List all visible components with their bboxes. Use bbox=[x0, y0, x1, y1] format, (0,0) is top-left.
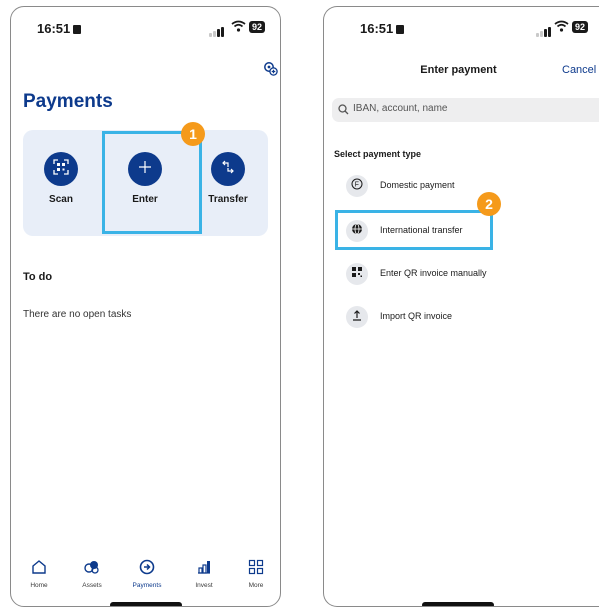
tab-more[interactable]: More bbox=[231, 559, 280, 589]
status-time: 16:51 bbox=[37, 21, 82, 36]
battery-indicator: 92 bbox=[572, 21, 589, 33]
todo-title: To do bbox=[23, 271, 53, 283]
qr-scan-icon bbox=[53, 158, 69, 180]
status-time: 16:51 bbox=[360, 21, 405, 36]
invest-icon bbox=[196, 559, 212, 580]
scan-button[interactable]: Scan bbox=[31, 152, 91, 205]
qr-code-icon bbox=[351, 265, 363, 283]
battery-indicator: 92 bbox=[249, 21, 266, 33]
svg-text:F: F bbox=[355, 182, 359, 189]
wifi-icon bbox=[231, 20, 246, 35]
grid-icon bbox=[248, 559, 264, 580]
tab-bar: Home Assets Payments Invest More bbox=[11, 559, 280, 595]
phone-enter-payment-screen: 16:51 92 Enter payment Cancel IBAN, acco… bbox=[323, 6, 599, 607]
franc-icon: F bbox=[351, 177, 363, 195]
cancel-button[interactable]: Cancel bbox=[562, 64, 596, 76]
step-1-badge: 1 bbox=[181, 122, 205, 146]
tab-payments[interactable]: Payments bbox=[122, 559, 172, 589]
phone-payments-screen: 16:51 92 Payments Scan Enter Transfer 1 … bbox=[10, 6, 281, 607]
payments-icon bbox=[139, 559, 155, 580]
payment-type-title: Select payment type bbox=[334, 149, 422, 159]
tab-assets[interactable]: Assets bbox=[67, 559, 117, 589]
home-icon bbox=[31, 559, 47, 580]
assets-icon bbox=[83, 559, 101, 580]
search-placeholder: IBAN, account, name bbox=[353, 103, 448, 114]
transfer-arrows-icon bbox=[220, 159, 236, 180]
status-bar: 16:51 92 bbox=[11, 19, 280, 37]
home-indicator bbox=[422, 602, 494, 606]
wifi-icon bbox=[554, 20, 569, 35]
todo-empty-text: There are no open tasks bbox=[23, 309, 132, 320]
signal-icon bbox=[536, 22, 552, 37]
home-indicator bbox=[109, 602, 182, 606]
enter-highlight-box bbox=[102, 131, 202, 234]
payment-settings-icon[interactable] bbox=[263, 61, 278, 81]
transfer-button[interactable]: Transfer bbox=[198, 152, 258, 205]
page-title: Payments bbox=[23, 91, 113, 112]
upload-icon bbox=[351, 308, 363, 326]
signal-icon bbox=[209, 22, 225, 37]
international-highlight-box bbox=[335, 210, 493, 250]
nav-title: Enter payment bbox=[420, 64, 497, 76]
tab-home[interactable]: Home bbox=[14, 559, 64, 589]
search-input[interactable]: IBAN, account, name bbox=[332, 98, 599, 122]
step-2-badge: 2 bbox=[477, 192, 501, 216]
tab-invest[interactable]: Invest bbox=[179, 559, 229, 589]
status-bar: 16:51 92 bbox=[324, 19, 599, 37]
